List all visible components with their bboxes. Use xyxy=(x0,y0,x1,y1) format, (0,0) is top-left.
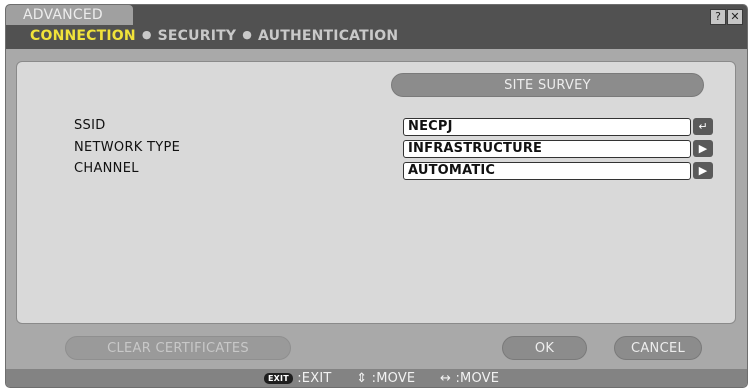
tab-separator-dot: ● xyxy=(141,28,152,41)
network-type-label: NETWORK TYPE xyxy=(74,140,181,155)
connection-panel: SITE SURVEY SSID NECPJ ↵ NETWORK TYPE IN… xyxy=(16,61,736,324)
clear-certificates-button[interactable]: CLEAR CERTIFICATES xyxy=(65,336,291,360)
window-title: ADVANCED xyxy=(23,7,103,23)
arrow-right-icon[interactable]: ▶ xyxy=(693,162,713,179)
channel-field[interactable]: AUTOMATIC xyxy=(403,162,691,180)
exit-key-icon: EXIT xyxy=(264,373,293,384)
cancel-button[interactable]: CANCEL xyxy=(614,336,702,360)
ssid-field[interactable]: NECPJ xyxy=(403,118,691,136)
move-vertical-icon: ⇕ xyxy=(356,371,368,386)
tab-separator-dot: ● xyxy=(242,28,253,41)
footer-hints: EXIT :EXIT ⇕ :MOVE ↔ :MOVE xyxy=(264,371,499,386)
enter-icon[interactable]: ↵ xyxy=(693,118,713,135)
footer-hint-bar: EXIT :EXIT ⇕ :MOVE ↔ :MOVE xyxy=(6,369,747,387)
site-survey-button[interactable]: SITE SURVEY xyxy=(391,73,704,97)
advanced-dialog: ADVANCED ? ✕ CONNECTION ● SECURITY ● AUTHENT… xyxy=(5,4,748,388)
exit-hint-text: :EXIT xyxy=(297,371,332,386)
help-icon[interactable]: ? xyxy=(710,9,726,25)
move-horizontal-icon: ↔ xyxy=(440,371,452,386)
ok-button[interactable]: OK xyxy=(502,336,587,360)
tab-authentication[interactable]: AUTHENTICATION xyxy=(258,28,398,44)
title-tab: ADVANCED xyxy=(6,5,133,25)
channel-label: CHANNEL xyxy=(74,161,139,176)
tab-connection[interactable]: CONNECTION xyxy=(30,28,136,44)
title-bar: ADVANCED ? ✕ CONNECTION ● SECURITY ● AUTHENT… xyxy=(6,5,747,49)
tab-security[interactable]: SECURITY xyxy=(158,28,237,44)
move-horizontal-hint-text: :MOVE xyxy=(455,371,500,386)
network-type-field[interactable]: INFRASTRUCTURE xyxy=(403,140,691,158)
arrow-right-icon[interactable]: ▶ xyxy=(693,140,713,157)
close-icon[interactable]: ✕ xyxy=(727,9,743,25)
ssid-label: SSID xyxy=(74,118,106,133)
move-vertical-hint-text: :MOVE xyxy=(371,371,416,386)
tab-bar: CONNECTION ● SECURITY ● AUTHENTICATION xyxy=(30,28,398,48)
